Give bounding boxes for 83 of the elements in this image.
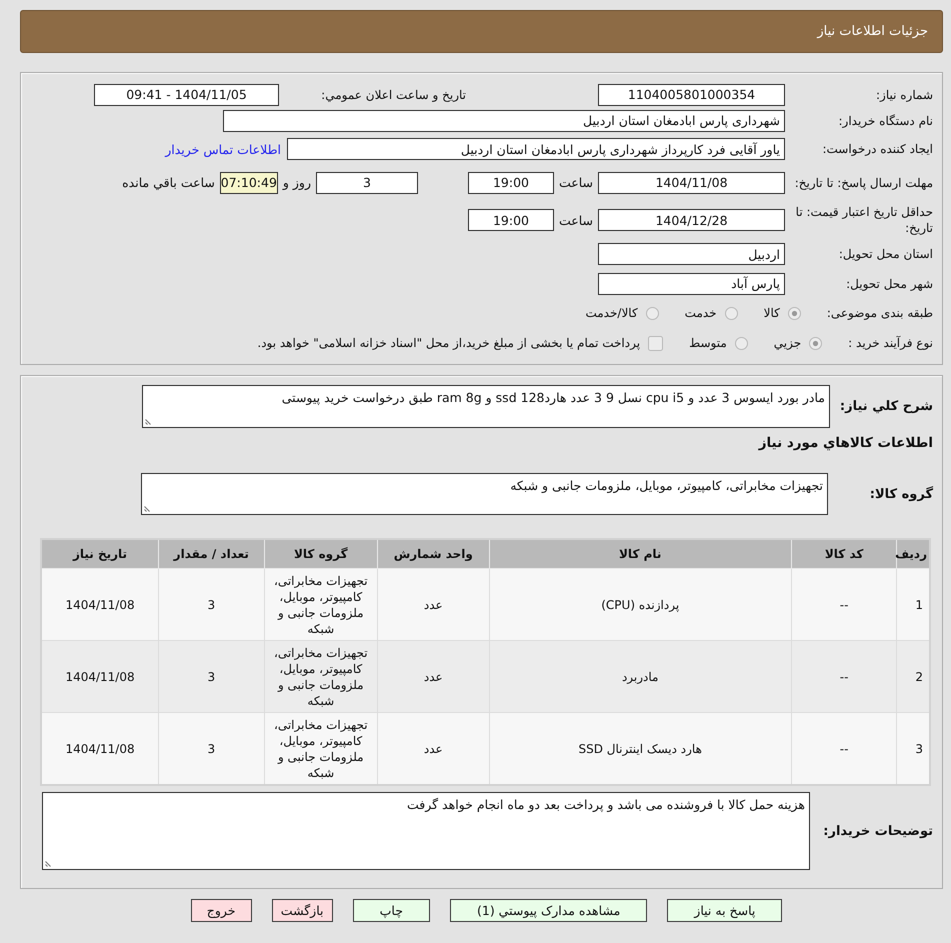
days-field[interactable]: 3: [316, 172, 418, 194]
table-cell: 3: [158, 712, 264, 785]
remaining-time-field[interactable]: 07:10:49: [220, 172, 278, 194]
table-cell: 1404/11/08: [41, 568, 159, 640]
buyer-contact-link[interactable]: اطلاعات تماس خریدار: [165, 142, 281, 156]
remaining-label: ساعت باقي مانده: [122, 175, 215, 190]
announce-date-field[interactable]: 1404/11/05 - 09:41: [94, 84, 279, 106]
city-field[interactable]: پارس آباد: [598, 272, 785, 294]
field-label: گروه کالا:: [868, 486, 933, 502]
column-header: تعداد / مقدار: [158, 539, 264, 568]
table-cell: هارد دیسک اینترنال SSD: [489, 712, 792, 785]
column-header: نام کالا: [489, 539, 792, 568]
table-cell: عدد: [378, 568, 490, 640]
table-cell: 1404/11/08: [41, 640, 159, 712]
table-cell: تجهیزات مخابراتی، کامپیوتر، موبایل، ملزومات جانبی و شبکه: [264, 712, 378, 785]
time-field[interactable]: 19:00: [468, 172, 554, 194]
field-label: نوع فرآیند خرید :: [848, 336, 933, 350]
time-label: ساعت: [558, 212, 593, 228]
radio-button[interactable]: [646, 306, 659, 320]
field-label: شماره نیاز:: [875, 86, 933, 102]
table-cell: تجهیزات مخابراتی، کامپیوتر، موبایل، ملزومات جانبی و شبکه: [264, 640, 378, 712]
section-heading: اطلاعات کالاهاي مورد نیاز: [757, 434, 933, 453]
column-header: واحد شمارش: [378, 539, 490, 568]
table-cell: پردازنده (CPU): [489, 568, 792, 640]
field-label: تاریخ و ساعت اعلان عمومي:: [320, 88, 466, 102]
action-button[interactable]: پاسخ به نیاز: [667, 899, 782, 922]
time-field[interactable]: 19:00: [468, 209, 554, 231]
field-label: توضیحات خریدار:: [822, 824, 933, 838]
table-cell: --: [791, 712, 897, 785]
column-header: تاریخ نیاز: [41, 539, 159, 568]
table-cell: تجهیزات مخابراتی، کامپیوتر، موبایل، ملزومات جانبی و شبکه: [264, 568, 378, 640]
radio-label: متوسط: [689, 336, 727, 350]
resize-grip-icon: [144, 504, 152, 512]
table-cell: 3: [158, 640, 264, 712]
page-title: جزئیات اطلاعات نیاز: [817, 24, 928, 39]
buyer-org-field[interactable]: شهرداری پارس ابادمغان استان اردبیل: [223, 110, 785, 132]
column-header: ردیف: [896, 539, 930, 568]
table-cell: --: [791, 568, 897, 640]
time-label: ساعت: [558, 175, 593, 190]
radio-label: کالا/خدمت: [585, 306, 638, 320]
field-label: مهلت ارسال پاسخ: تا تاریخ:: [794, 174, 933, 190]
resize-grip-icon: [45, 859, 53, 867]
table-cell: 3: [896, 712, 930, 785]
column-header: کد کالا: [791, 539, 897, 568]
radio-label: جزيي: [774, 336, 802, 350]
field-label: شهر محل تحویل:: [845, 276, 933, 292]
radio-label: کالا: [764, 306, 780, 320]
field-label: نام دستگاه خریدار:: [838, 112, 933, 128]
requester-field[interactable]: یاور آقایی فرد کارپرداز شهرداری پارس ابادمغان استان اردبیل: [287, 138, 785, 160]
table-cell: 3: [158, 568, 264, 640]
table-cell: 1404/11/08: [41, 712, 159, 785]
field-label: شرح کلي نیاز:: [838, 399, 933, 414]
days-label: روز و: [282, 175, 311, 190]
table-cell: --: [791, 640, 897, 712]
checkbox-label: پرداخت تمام یا بخشی از مبلغ خرید،از محل "اسناد خزانه اسلامی" خواهد بود.: [257, 336, 640, 350]
radio-label: خدمت: [684, 306, 717, 320]
field-label: حداقل تاریخ اعتبار قیمت: تا تاریخ:: [794, 204, 933, 236]
column-header: گروه کالا: [264, 539, 378, 568]
buyer-notes-textarea[interactable]: هزینه حمل کالا با فروشنده می باشد و پرداخت بعد دو ماه انجام خواهد گرفت: [42, 792, 810, 870]
field-label: ایجاد کننده درخواست:: [821, 141, 933, 157]
goods-group-textarea[interactable]: تجهیزات مخابراتی، کامپیوتر، موبایل، ملزومات جانبی و شبکه: [141, 473, 828, 515]
radio-button[interactable]: [788, 306, 801, 320]
action-button[interactable]: خروج: [190, 899, 252, 922]
radio-button[interactable]: [809, 336, 822, 350]
table-cell: عدد: [378, 640, 490, 712]
action-button[interactable]: مشاهده مدارک پیوستي (1): [450, 899, 648, 922]
table-cell: 2: [896, 640, 930, 712]
checkbox[interactable]: [648, 336, 664, 350]
radio-button[interactable]: [724, 306, 738, 320]
action-button[interactable]: چاپ: [352, 899, 430, 922]
table-cell: مادربرد: [489, 640, 792, 712]
date-field[interactable]: 1404/11/08: [598, 172, 785, 194]
resize-grip-icon: [145, 417, 153, 425]
date-field[interactable]: 1404/12/28: [598, 209, 785, 231]
field-label: طبقه بندی موضوعی:: [826, 306, 933, 320]
field-label: استان محل تحویل:: [838, 246, 933, 262]
table-cell: عدد: [378, 712, 490, 785]
action-button[interactable]: بازگشت: [272, 899, 333, 922]
table-cell: 1: [896, 568, 930, 640]
province-field[interactable]: اردبیل: [598, 243, 785, 265]
summary-textarea[interactable]: مادر بورد ایسوس 3 عدد و cpu i5 نسل 9 3 عدد هارد128 ssd و ram 8g طبق درخواست خرید پیوستی: [142, 385, 830, 428]
need-number-field[interactable]: 1104005801000354: [598, 84, 785, 106]
radio-button[interactable]: [734, 336, 748, 350]
